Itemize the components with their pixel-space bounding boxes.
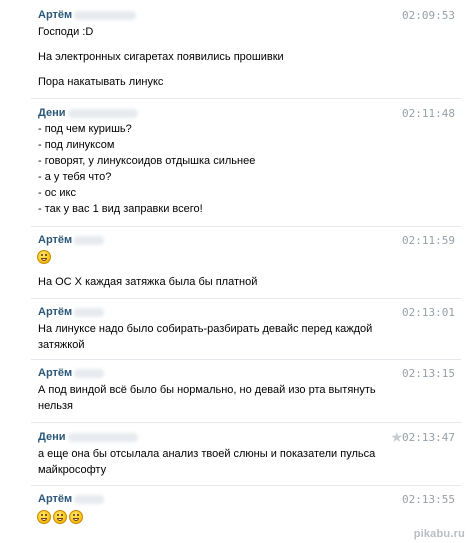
- message-time: 02:13:15: [402, 367, 455, 380]
- grinning-emoji-icon: [53, 510, 67, 524]
- message-author[interactable]: Дени: [38, 107, 138, 119]
- blurred-surname: [74, 10, 137, 20]
- message-text: На линуксе надо было собирать-разбирать …: [38, 323, 373, 335]
- message-divider: [31, 298, 461, 299]
- message-divider: [31, 98, 461, 99]
- blurred-surname: [74, 368, 105, 378]
- message-author[interactable]: Артём: [38, 306, 105, 318]
- emoji-row: [37, 510, 83, 524]
- message-time: 02:13:47: [402, 431, 455, 444]
- message-divider: [31, 485, 461, 486]
- message-divider: [31, 226, 461, 227]
- message-text: А под виндой всё было бы нормально, но д…: [38, 384, 376, 396]
- message-text: - так у вас 1 вид заправки всего!: [38, 203, 203, 215]
- chat-history: Артём 02:09:53 Господи :D На электронных…: [0, 0, 469, 543]
- message-author[interactable]: Артём: [38, 493, 105, 505]
- message-author[interactable]: Дени: [38, 431, 138, 443]
- message-time: 02:13:55: [402, 493, 455, 506]
- message-text: нельзя: [38, 400, 73, 412]
- message-time: 02:11:59: [402, 234, 455, 247]
- grinning-emoji-icon: [69, 510, 83, 524]
- message-text: - ос икс: [38, 187, 76, 199]
- message-author[interactable]: Артём: [38, 367, 105, 379]
- blurred-surname: [67, 108, 138, 118]
- message-time: 02:13:01: [402, 306, 455, 319]
- message-text: На ОС Х каждая затяжка была бы платной: [38, 276, 258, 288]
- emoji-row: [37, 250, 51, 264]
- message-text: майкрософту: [38, 464, 107, 476]
- message-text: Господи :D: [38, 26, 94, 38]
- message-author[interactable]: Артём: [38, 234, 105, 246]
- message-author[interactable]: Артём: [38, 9, 137, 21]
- message-text: - а у тебя что?: [38, 171, 112, 183]
- message-time: 02:09:53: [402, 9, 455, 22]
- message-text: На электронных сигаретах появились проши…: [38, 51, 284, 63]
- message-text: - под линуксом: [38, 139, 115, 151]
- message-text: - под чем куришь?: [38, 123, 132, 135]
- blurred-surname: [74, 235, 105, 245]
- message-text: - говорят, у линуксоидов отдышка сильнее: [38, 155, 256, 167]
- blurred-surname: [74, 307, 105, 317]
- grinning-emoji-icon: [37, 250, 51, 264]
- message-text: а еще она бы отсылала анализ твоей слюны…: [38, 448, 376, 460]
- message-divider: [31, 359, 461, 360]
- message-text: затяжкой: [38, 339, 85, 351]
- blurred-surname: [67, 432, 138, 442]
- message-time: 02:11:48: [402, 107, 455, 120]
- message-divider: [31, 422, 461, 423]
- message-text: Пора накатывать линукс: [38, 76, 164, 88]
- blurred-surname: [74, 494, 105, 504]
- site-watermark: pikabu.ru: [413, 528, 465, 540]
- grinning-emoji-icon: [37, 510, 51, 524]
